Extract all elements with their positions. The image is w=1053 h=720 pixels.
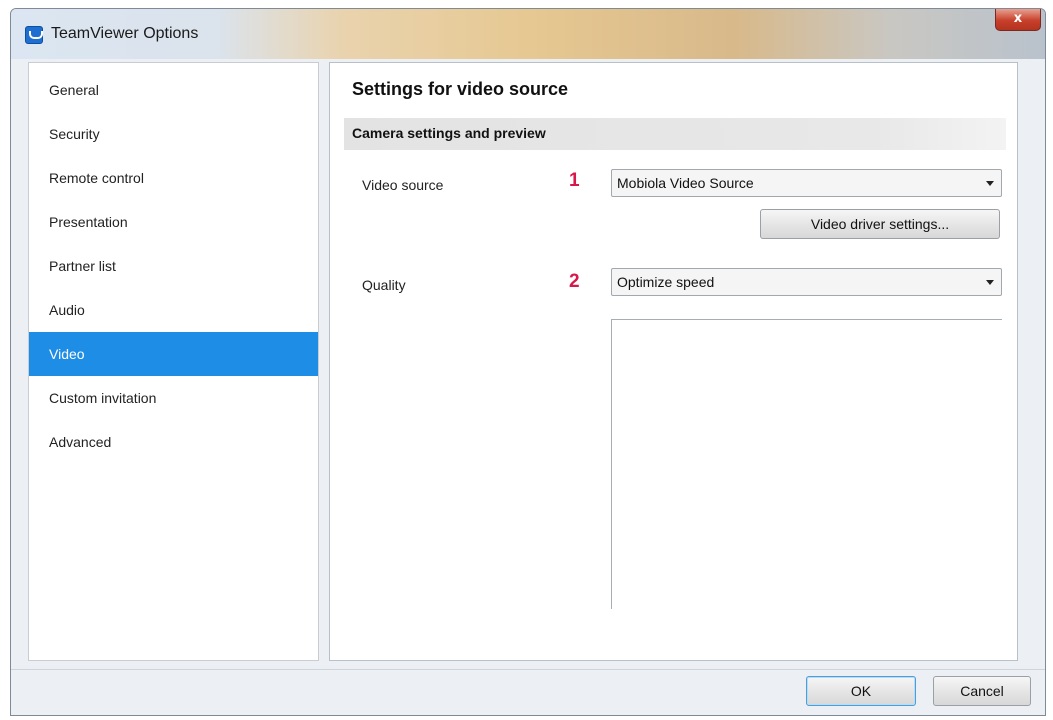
sidebar-item-security[interactable]: Security <box>29 112 318 156</box>
video-source-label: Video source <box>362 177 444 193</box>
ok-button[interactable]: OK <box>806 676 916 706</box>
options-category-list: General Security Remote control Presenta… <box>28 62 319 661</box>
video-settings-panel: Settings for video source Camera setting… <box>329 62 1018 661</box>
quality-value: Optimize speed <box>617 274 715 290</box>
annotation-marker-2: 2 <box>569 271 580 292</box>
annotation-marker-1: 1 <box>569 170 580 191</box>
close-button[interactable]: x <box>995 9 1041 31</box>
page-title: Settings for video source <box>352 79 569 99</box>
sidebar-item-remote-control[interactable]: Remote control <box>29 156 318 200</box>
sidebar-item-partner-list[interactable]: Partner list <box>29 244 318 288</box>
sidebar-item-audio[interactable]: Audio <box>29 288 318 332</box>
footer-divider <box>11 669 1045 670</box>
section-title: Camera settings and preview <box>352 125 546 141</box>
video-driver-settings-button[interactable]: Video driver settings... <box>760 209 1000 239</box>
quality-dropdown[interactable]: Optimize speed <box>611 268 1002 296</box>
sidebar-item-general[interactable]: General <box>29 68 318 112</box>
cancel-button[interactable]: Cancel <box>933 676 1031 706</box>
sidebar-item-presentation[interactable]: Presentation <box>29 200 318 244</box>
chevron-down-icon <box>986 280 994 285</box>
video-preview-area <box>611 319 1002 609</box>
teamviewer-app-icon <box>25 26 43 44</box>
video-source-value: Mobiola Video Source <box>617 175 754 191</box>
window-title: TeamViewer Options <box>51 25 199 42</box>
options-window: TeamViewer Options x General Security Re… <box>10 8 1046 716</box>
sidebar-item-custom-invitation[interactable]: Custom invitation <box>29 376 318 420</box>
section-header: Camera settings and preview <box>344 118 1006 150</box>
sidebar-item-video[interactable]: Video <box>29 332 318 376</box>
video-source-dropdown[interactable]: Mobiola Video Source <box>611 169 1002 197</box>
chevron-down-icon <box>986 181 994 186</box>
title-bar[interactable]: TeamViewer Options x <box>11 9 1045 59</box>
quality-label: Quality <box>362 277 406 293</box>
sidebar-item-advanced[interactable]: Advanced <box>29 420 318 464</box>
